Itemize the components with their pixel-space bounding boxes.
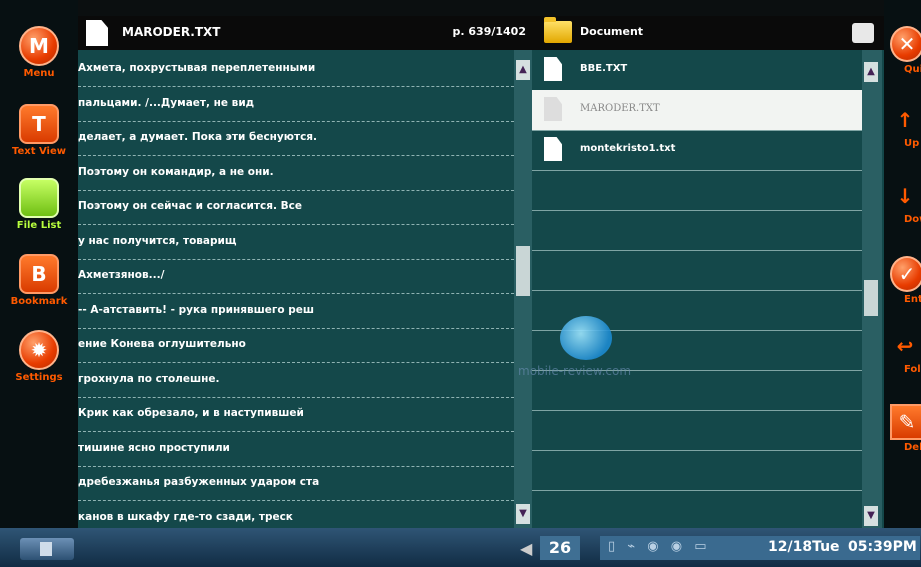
reader-line: -- А-атставить! - рука принявшего реш	[78, 292, 514, 329]
file-name: montekristo1.txt	[580, 143, 676, 154]
empty-file-row	[532, 170, 862, 211]
file-list-icon	[19, 178, 59, 218]
file-icon	[544, 137, 562, 161]
reader-line: Крик как обрезало, и в наступившей	[78, 395, 514, 432]
tray-date: 12/18Tue	[768, 539, 840, 555]
start-icon	[40, 542, 52, 556]
file-name: MARODER.TXT	[580, 103, 660, 114]
delete-label: Delete	[904, 442, 921, 453]
reader-line: Поэтому он сейчас и согласится. Все	[78, 188, 514, 225]
scroll-up-arrow-icon[interactable]: ▲	[516, 60, 530, 80]
text-view-label: Text View	[12, 146, 66, 157]
arrow-down-icon: ↓	[896, 184, 914, 208]
reader-line: тишине ясно проступили	[78, 430, 514, 467]
watermark-text: mobile-review.com	[518, 364, 632, 378]
page-indicator: p. 639/1402	[452, 25, 526, 38]
file-scroll-up-arrow-icon[interactable]: ▲	[864, 62, 878, 82]
menu-label: Menu	[23, 68, 55, 79]
file-row[interactable]: montekristo1.txt	[532, 130, 862, 171]
reader-scroll-thumb[interactable]	[516, 246, 530, 296]
file-name: BBE.TXT	[580, 63, 628, 74]
enter-label: Enter	[904, 294, 921, 305]
return-arrow-icon: ↩	[896, 334, 914, 358]
reader-line: ение Конева оглушительно	[78, 326, 514, 363]
empty-file-row	[532, 450, 862, 491]
reader-line: дребезжанья разбуженных ударом ста	[78, 464, 514, 501]
reader-header: MARODER.TXT p. 639/1402	[78, 16, 532, 50]
taskbar: ◀ 26 ▯ ⌁ ◉ ◉ ▭ 12/18Tue 05:39PM	[0, 528, 921, 567]
delete-icon: ✎	[890, 404, 921, 440]
scroll-down-arrow-icon[interactable]: ▼	[516, 504, 530, 524]
tray-time: 05:39PM	[848, 539, 917, 555]
bookmark-label: Bookmark	[10, 296, 68, 307]
close-icon: ✕	[890, 26, 921, 62]
file-list-button[interactable]: File List	[0, 178, 78, 231]
reader-file-name: MARODER.TXT	[122, 25, 221, 39]
system-tray: ▯ ⌁ ◉ ◉ ▭ 12/18Tue 05:39PM	[600, 536, 920, 560]
menu-button[interactable]: M Menu	[0, 26, 78, 79]
settings-label: Settings	[15, 372, 63, 383]
reader-line: Ахметзянов.../	[78, 257, 514, 294]
reader-line: делает, а думает. Пока эти беснуются.	[78, 119, 514, 156]
bookmark-button[interactable]: B Bookmark	[0, 254, 78, 307]
document-icon	[86, 20, 108, 46]
text-view-icon: T	[19, 104, 59, 144]
arrow-up-icon: ↑	[896, 108, 914, 132]
settings-gear-icon: ✹	[19, 330, 59, 370]
quit-button[interactable]: ✕ Quit	[884, 26, 921, 75]
file-icon	[544, 97, 562, 121]
watermark-logo	[560, 316, 612, 360]
up-button[interactable]: ↑ Up	[884, 104, 921, 149]
file-row[interactable]: MARODER.TXT	[532, 90, 862, 131]
right-sidebar: ✕ Quit ↑ Up ↓ Down ✓ Enter ↩ Folder ✎ De…	[884, 0, 921, 528]
tray-status-icons[interactable]: ▯ ⌁ ◉ ◉ ▭	[608, 539, 710, 554]
reader-line: пальцами. /...Думает, не вид	[78, 85, 514, 122]
settings-button[interactable]: ✹ Settings	[0, 330, 78, 383]
reader-line: Поэтому он командир, а не они.	[78, 154, 514, 191]
file-list-label: File List	[16, 220, 62, 231]
folder-menu-button[interactable]	[852, 23, 874, 43]
folder-name: Document	[580, 25, 644, 38]
empty-file-row	[532, 410, 862, 451]
file-list-scroll-thumb[interactable]	[864, 280, 878, 316]
down-label: Down	[904, 214, 921, 225]
reader-text-area[interactable]: Ахмета, похрустывая переплетенными пальца…	[78, 50, 514, 536]
checkmark-icon: ✓	[890, 256, 921, 292]
text-view-button[interactable]: T Text View	[0, 104, 78, 157]
empty-file-row	[532, 490, 862, 531]
start-button[interactable]	[20, 538, 74, 560]
bookmark-icon: B	[19, 254, 59, 294]
delete-button[interactable]: ✎ Delete	[884, 404, 921, 453]
folder-icon	[544, 17, 572, 43]
up-label: Up	[904, 138, 920, 149]
enter-button[interactable]: ✓ Enter	[884, 256, 921, 305]
speaker-icon[interactable]: ◀	[520, 539, 532, 558]
reader-line: грохнула по столешне.	[78, 361, 514, 398]
folder-label: Folder	[904, 364, 921, 375]
quit-label: Quit	[904, 64, 921, 75]
file-scroll-down-arrow-icon[interactable]: ▼	[864, 506, 878, 526]
folder-button[interactable]: ↩ Folder	[884, 330, 921, 375]
reader-line: у нас получится, товарищ	[78, 223, 514, 260]
file-list: BBE.TXT MARODER.TXT montekristo1.txt	[532, 50, 884, 536]
taskbar-counter[interactable]: 26	[540, 536, 580, 560]
down-button[interactable]: ↓ Down	[884, 180, 921, 225]
file-list-header: Document	[532, 16, 884, 50]
file-icon	[544, 57, 562, 81]
empty-file-row	[532, 250, 862, 291]
menu-icon: M	[19, 26, 59, 66]
reader-line: Ахмета, похрустывая переплетенными	[78, 50, 514, 87]
file-row[interactable]: BBE.TXT	[532, 50, 862, 91]
empty-file-row	[532, 210, 862, 251]
